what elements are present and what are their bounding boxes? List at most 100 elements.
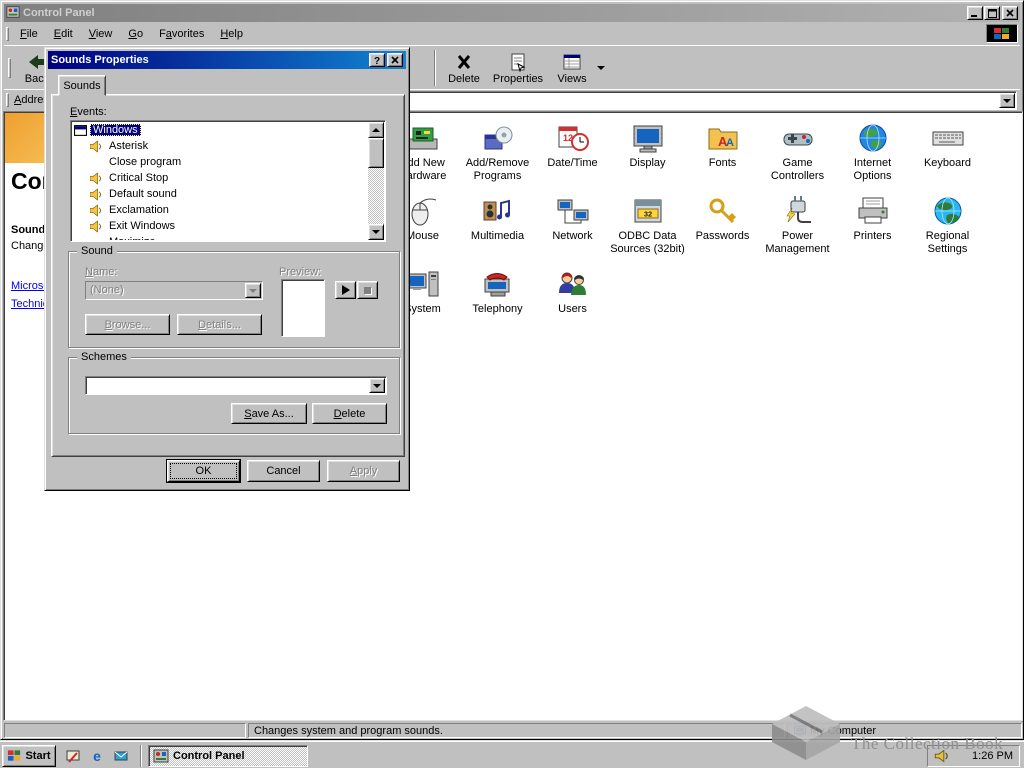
menu-grip[interactable] xyxy=(6,27,9,41)
cp-item-printers[interactable]: Printers xyxy=(835,195,910,265)
channels-button[interactable] xyxy=(110,746,132,766)
maximize-button[interactable] xyxy=(984,6,1000,20)
start-button[interactable]: Start xyxy=(2,745,56,767)
events-list: WindowsAsteriskClose programCritical Sto… xyxy=(72,122,368,240)
sound-name-dropdown-button[interactable] xyxy=(245,283,261,298)
menu-favorites[interactable]: Favorites xyxy=(151,25,212,43)
multimedia-icon xyxy=(482,195,514,227)
volume-icon[interactable] xyxy=(934,748,950,764)
event-exclamation[interactable]: Exclamation xyxy=(72,202,368,218)
sound-name-combobox[interactable]: (None) xyxy=(85,281,263,300)
arrow-down-icon xyxy=(372,230,380,234)
schemes-group-label: Schemes xyxy=(77,351,131,363)
toolbar-grip[interactable] xyxy=(8,58,11,78)
svg-text:?: ? xyxy=(374,56,380,66)
event-exit-windows[interactable]: Exit Windows xyxy=(72,218,368,234)
arrow-up-icon xyxy=(372,128,380,132)
scroll-track[interactable] xyxy=(368,138,384,224)
cp-item-telephony[interactable]: Telephony xyxy=(460,268,535,338)
add-remove-programs-icon xyxy=(482,122,514,154)
address-grip[interactable] xyxy=(6,93,9,107)
scroll-thumb[interactable] xyxy=(368,138,384,168)
cp-item-keyboard[interactable]: Keyboard xyxy=(910,122,985,192)
properties-icon xyxy=(508,52,528,72)
save-as-button[interactable]: Save As... xyxy=(231,403,307,424)
menu-help[interactable]: Help xyxy=(212,25,251,43)
tab-sounds[interactable]: Sounds xyxy=(58,75,106,96)
views-dropdown-button[interactable] xyxy=(594,48,608,88)
svg-text:32: 32 xyxy=(643,210,651,219)
chevron-down-icon xyxy=(373,384,381,388)
schemes-dropdown-button[interactable] xyxy=(369,378,385,393)
delete-button[interactable]: Delete xyxy=(441,48,487,88)
minimize-button[interactable] xyxy=(967,6,983,20)
scroll-up-button[interactable] xyxy=(368,122,384,138)
task-control-panel-button[interactable]: Control Panel xyxy=(148,745,308,767)
stop-button[interactable] xyxy=(357,281,378,299)
chevron-down-icon xyxy=(249,289,257,293)
date-time-icon: 12 xyxy=(557,122,589,154)
tray-clock[interactable]: 1:26 PM xyxy=(972,750,1013,762)
menu-edit[interactable]: Edit xyxy=(46,25,81,43)
cp-item-game-controllers[interactable]: Game Controllers xyxy=(760,122,835,192)
maximize-icon xyxy=(988,9,997,18)
sound-name-value: (None) xyxy=(90,284,244,296)
window-titlebar[interactable]: Control Panel xyxy=(4,4,1020,22)
close-button[interactable] xyxy=(1002,6,1018,20)
event-windows[interactable]: Windows xyxy=(72,122,368,138)
show-desktop-icon xyxy=(65,748,81,764)
event-critical-stop[interactable]: Critical Stop xyxy=(72,170,368,186)
event-maximize[interactable]: Maximize xyxy=(72,234,368,240)
cp-item-date-time[interactable]: 12Date/Time xyxy=(535,122,610,192)
event-asterisk[interactable]: Asterisk xyxy=(72,138,368,154)
cp-item-odbc-data-sources-32bit[interactable]: 32ODBC Data Sources (32bit) xyxy=(610,195,685,265)
cp-item-fonts[interactable]: AAFonts xyxy=(685,122,760,192)
cp-item-internet-options[interactable]: Internet Options xyxy=(835,122,910,192)
close-icon xyxy=(1006,9,1014,17)
event-close-program[interactable]: Close program xyxy=(72,154,368,170)
delete-icon xyxy=(454,52,474,72)
game-controllers-icon xyxy=(782,122,814,154)
cp-item-display[interactable]: Display xyxy=(610,122,685,192)
cp-item-network[interactable]: Network xyxy=(535,195,610,265)
cp-item-add-remove-programs[interactable]: Add/Remove Programs xyxy=(460,122,535,192)
cp-item-multimedia[interactable]: Multimedia xyxy=(460,195,535,265)
views-button[interactable]: Views xyxy=(550,48,594,88)
channels-icon xyxy=(113,748,129,764)
menu-view[interactable]: View xyxy=(81,25,121,43)
status-bar: Changes system and program sounds. My Co… xyxy=(3,722,1023,739)
no-sound-spacer xyxy=(90,156,103,169)
cp-item-passwords[interactable]: Passwords xyxy=(685,195,760,265)
dialog-help-button[interactable]: ? xyxy=(369,53,385,67)
cp-item-users[interactable]: Users xyxy=(535,268,610,338)
status-pane-empty xyxy=(4,723,246,738)
address-dropdown-button[interactable] xyxy=(999,93,1015,108)
speaker-icon xyxy=(90,220,103,233)
regional-settings-icon xyxy=(932,195,964,227)
dialog-close-button[interactable] xyxy=(387,53,403,67)
dialog-title: Sounds Properties xyxy=(51,54,368,66)
menu-file[interactable]: File xyxy=(12,25,46,43)
cancel-button[interactable]: Cancel xyxy=(247,460,320,482)
dialog-titlebar[interactable]: Sounds Properties ? xyxy=(48,51,406,69)
details-button[interactable]: Details... xyxy=(177,314,262,335)
show-desktop-button[interactable] xyxy=(62,746,84,766)
events-scrollbar[interactable] xyxy=(368,122,384,240)
play-button[interactable] xyxy=(335,281,356,299)
internet-explorer-button[interactable]: e xyxy=(86,746,108,766)
cp-item-regional-settings[interactable]: Regional Settings xyxy=(910,195,985,265)
properties-button[interactable]: Properties xyxy=(490,48,546,88)
status-pane-message: Changes system and program sounds. xyxy=(248,723,785,738)
schemes-combobox[interactable] xyxy=(85,376,387,395)
ok-button[interactable]: OK xyxy=(167,460,240,482)
scroll-down-button[interactable] xyxy=(368,224,384,240)
event-default-sound[interactable]: Default sound xyxy=(72,186,368,202)
apply-button[interactable]: Apply xyxy=(327,460,400,482)
browse-button[interactable]: Browse... xyxy=(85,314,170,335)
cp-item-power-management[interactable]: Power Management xyxy=(760,195,835,265)
menu-go[interactable]: Go xyxy=(120,25,151,43)
delete-scheme-button[interactable]: Delete xyxy=(312,403,387,424)
speaker-icon xyxy=(90,172,103,185)
status-pane-zone: My Computer xyxy=(787,723,1022,738)
events-listbox[interactable]: WindowsAsteriskClose programCritical Sto… xyxy=(70,120,386,242)
